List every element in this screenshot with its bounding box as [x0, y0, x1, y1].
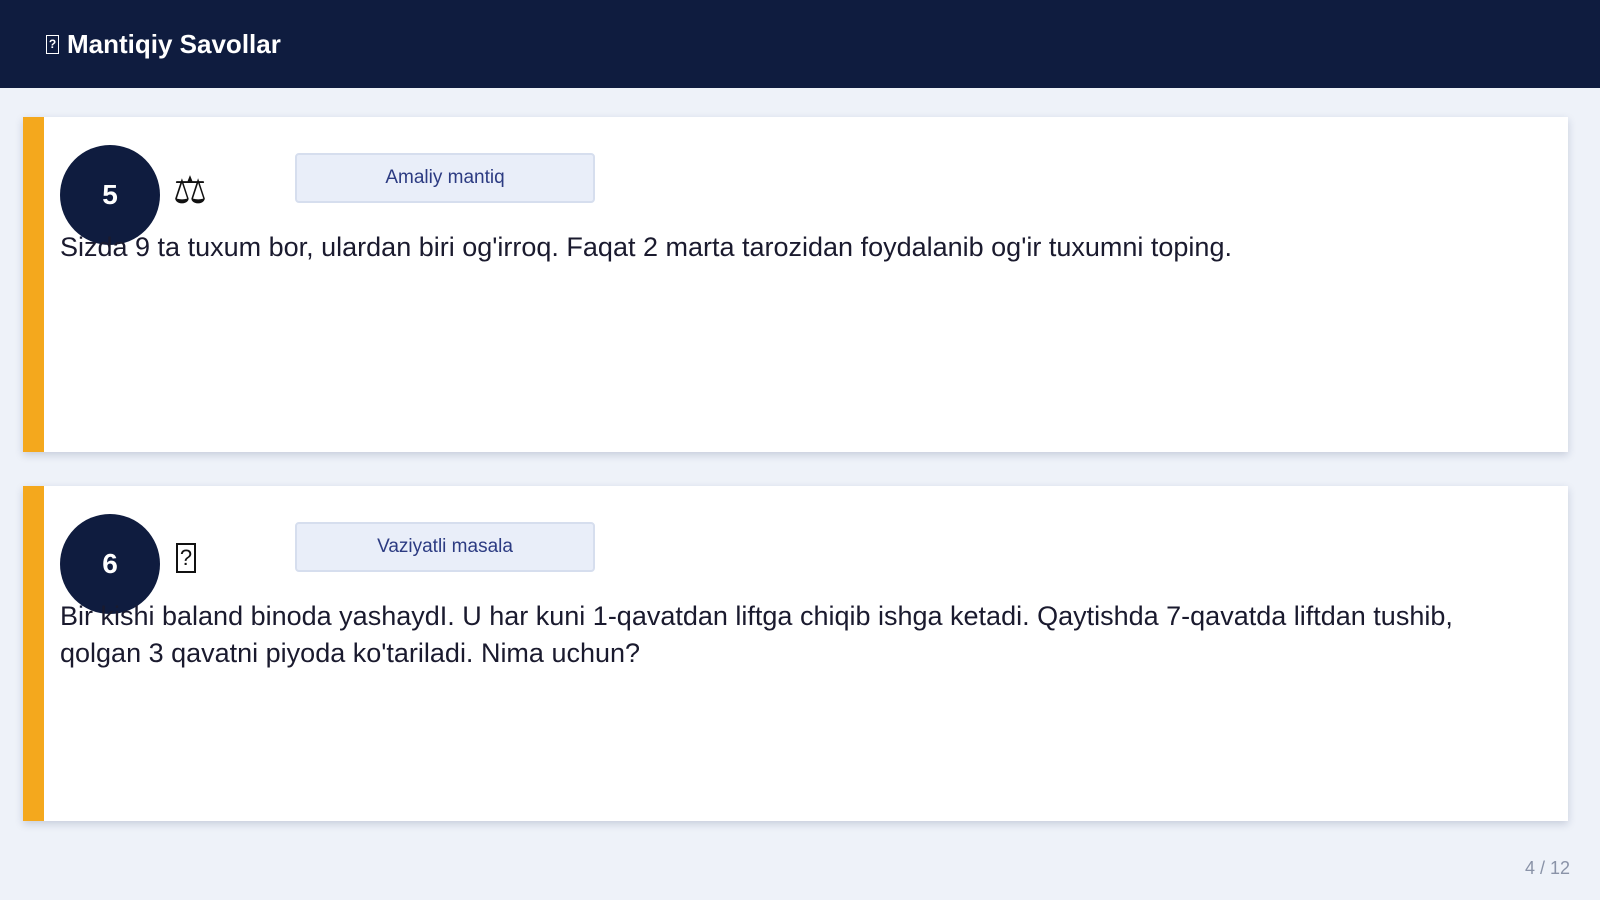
- header-bar: ? Mantiqiy Savollar: [0, 0, 1600, 88]
- card-accent-bar: [23, 486, 44, 821]
- category-tag: Amaliy mantiq: [295, 153, 595, 203]
- page-counter: 4 / 12: [1524, 858, 1570, 878]
- page-title: ? Mantiqiy Savollar: [46, 29, 281, 60]
- question-card-5: 5 ⚖ Amaliy mantiq Sizda 9 ta tuxum bor, …: [23, 117, 1568, 452]
- category-tag: Vaziyatli masala: [295, 522, 595, 572]
- question-box-icon: ?: [46, 34, 59, 54]
- question-text: Bir kishi baland binoda yashaydI. U har …: [60, 601, 1453, 668]
- question-card-6: 6 ? Vaziyatli masala Bir kishi baland bi…: [23, 486, 1568, 821]
- scales-icon: ⚖: [173, 168, 208, 212]
- page-title-text: Mantiqiy Savollar: [67, 28, 281, 59]
- question-text: Sizda 9 ta tuxum bor, ulardan biri og'ir…: [60, 232, 1232, 262]
- question-box-icon: ?: [176, 543, 196, 573]
- card-accent-bar: [23, 117, 44, 452]
